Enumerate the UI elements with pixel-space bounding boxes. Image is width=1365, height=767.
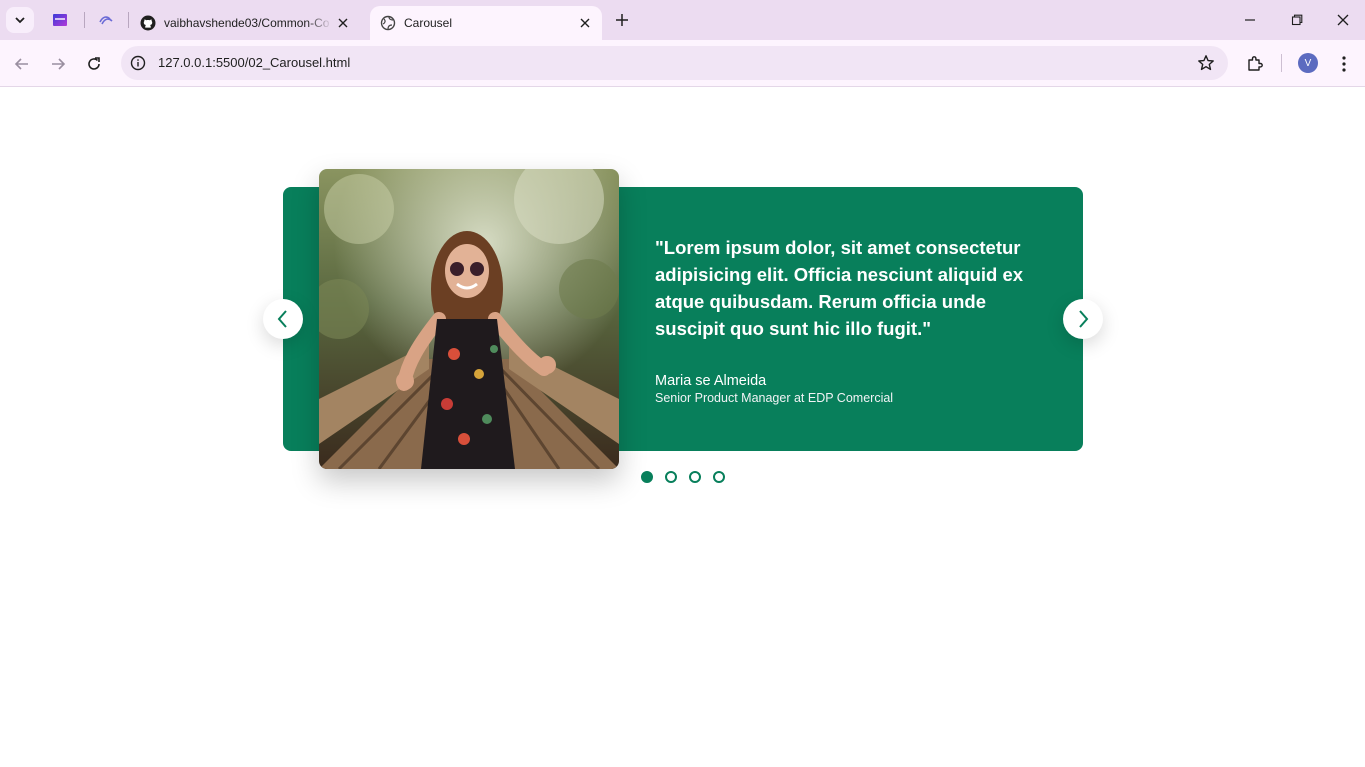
carousel-dot[interactable]: [641, 471, 653, 483]
forward-button[interactable]: [46, 52, 70, 76]
globe-icon: [380, 15, 396, 31]
carousel-dot[interactable]: [713, 471, 725, 483]
carousel-dots: [641, 471, 725, 483]
plus-icon: [616, 14, 628, 26]
restore-button[interactable]: [1287, 10, 1307, 30]
reload-button[interactable]: [82, 52, 106, 76]
profile-avatar[interactable]: V: [1298, 53, 1318, 73]
testimonial-job: Senior Product Manager at EDP Comercial: [655, 391, 894, 405]
testimonial-photo: [319, 169, 619, 469]
extensions-button[interactable]: [1243, 52, 1267, 76]
url-text: 127.0.0.1:5500/02_Carousel.html: [158, 55, 351, 70]
tab-title: Carousel: [404, 16, 453, 30]
tab-separator: [84, 12, 85, 28]
chevron-down-icon: [15, 17, 25, 24]
reload-icon: [88, 57, 100, 70]
minimize-button[interactable]: [1240, 10, 1260, 30]
chevron-left-icon: [277, 310, 287, 328]
tab-carousel[interactable]: Carousel: [370, 6, 602, 40]
toolbar-separator: [1281, 54, 1282, 72]
tab-separator: [128, 12, 129, 28]
arrow-right-icon: [52, 58, 66, 70]
github-icon: [140, 15, 156, 31]
minimize-icon: [1245, 19, 1255, 21]
back-button[interactable]: [10, 52, 34, 76]
arrow-left-icon: [14, 58, 28, 70]
carousel-dot[interactable]: [665, 471, 677, 483]
previous-slide-button[interactable]: [263, 299, 303, 339]
tab-title: vaibhavshende03/Common-Co: [164, 16, 330, 30]
menu-button[interactable]: [1332, 52, 1356, 76]
pinned-tab-2[interactable]: [96, 10, 116, 30]
next-slide-button[interactable]: [1063, 299, 1103, 339]
address-bar[interactable]: 127.0.0.1:5500/02_Carousel.html: [121, 46, 1228, 80]
app-favicon-icon: [53, 14, 67, 26]
tab-github[interactable]: vaibhavshende03/Common-Co: [130, 6, 360, 40]
tab-strip: vaibhavshende03/Common-Co Carousel: [0, 0, 1365, 40]
new-tab-button[interactable]: [612, 10, 632, 30]
close-window-button[interactable]: [1333, 10, 1353, 30]
tab-search-button[interactable]: [6, 7, 34, 33]
carousel-dot[interactable]: [689, 471, 701, 483]
close-icon: [1337, 14, 1349, 26]
swirl-favicon-icon: [99, 16, 113, 25]
restore-icon: [1291, 14, 1303, 26]
pinned-tab-1[interactable]: [50, 10, 70, 30]
browser-toolbar: 127.0.0.1:5500/02_Carousel.html V: [0, 40, 1365, 87]
bookmark-star-icon[interactable]: [1196, 53, 1216, 73]
chevron-right-icon: [1079, 310, 1089, 328]
testimonial-author: Maria se Almeida: [655, 373, 767, 389]
testimonial-quote: "Lorem ipsum dolor, sit amet consectetur…: [655, 237, 1024, 339]
close-tab-icon[interactable]: [576, 14, 594, 32]
more-vertical-icon: [1342, 56, 1346, 72]
puzzle-icon: [1248, 56, 1263, 71]
site-info-icon[interactable]: [128, 53, 148, 73]
close-tab-icon[interactable]: [334, 14, 352, 32]
